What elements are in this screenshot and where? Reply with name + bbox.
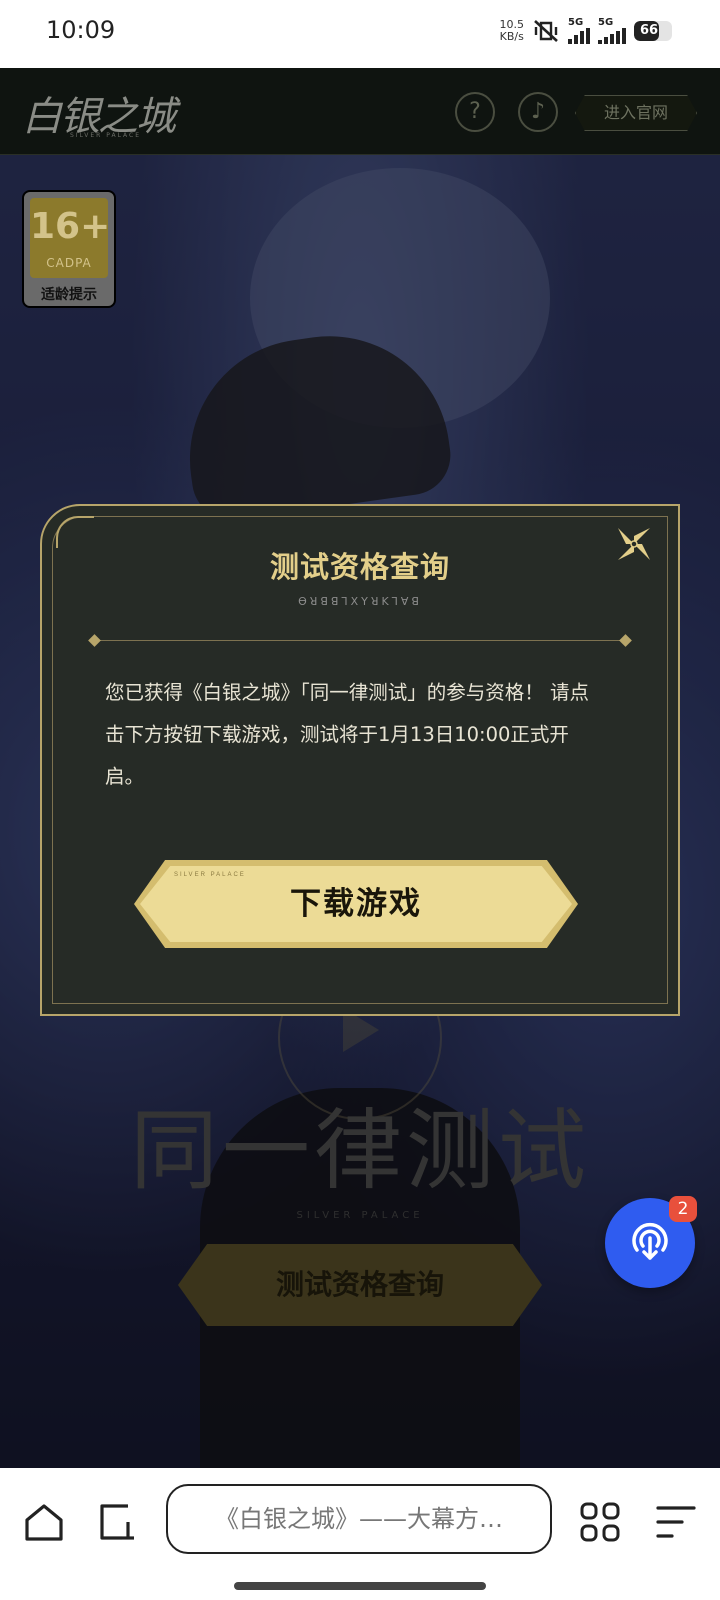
podcast-download-icon [632, 1222, 668, 1260]
home-icon[interactable] [22, 1500, 66, 1544]
network-speed: 10.5 KB/s [499, 18, 525, 43]
menu-icon[interactable] [654, 1500, 698, 1544]
tabs-icon[interactable] [96, 1500, 140, 1544]
age-rating-org: CADPA [46, 256, 92, 270]
help-icon[interactable]: ? [455, 92, 495, 132]
status-time: 10:09 [46, 16, 116, 44]
music-icon[interactable]: ♪ [518, 92, 558, 132]
home-indicator[interactable] [234, 1582, 486, 1590]
signal-sim1: 5G [568, 18, 590, 44]
modal-title: 测试资格查询 [269, 550, 450, 584]
browser-toolbar: 《白银之城》——大幕方… [0, 1468, 720, 1600]
signal-bars-icon [598, 28, 626, 44]
download-game-button[interactable]: SILVER PALACE 下载游戏 [134, 860, 578, 948]
modal-divider [88, 634, 632, 647]
modal-subtitle: Ɵꓤꓭꓭꓶꓫꓬꓤꓗꓶꓯꓭ [298, 595, 422, 608]
signal-bars-icon [568, 28, 590, 44]
enter-official-site-button[interactable]: 进入官网 [575, 95, 697, 131]
apps-grid-icon[interactable] [578, 1500, 622, 1544]
status-indicators: 10.5 KB/s 5G 5G 66 [499, 18, 672, 44]
age-rating-badge[interactable]: 16+ CADPA 适龄提示 [22, 190, 116, 308]
address-bar[interactable]: 《白银之城》——大幕方… [166, 1484, 552, 1554]
eligibility-modal: 测试资格查询 Ɵꓤꓭꓭꓶꓫꓬꓤꓗꓶꓯꓭ 您已获得《白银之城》「同一律测试」的参与… [40, 504, 680, 1016]
notification-badge: 2 [669, 1196, 697, 1222]
age-rating-label: 适龄提示 [41, 287, 97, 303]
modal-message: 您已获得《白银之城》「同一律测试」的参与资格！ 请点击下方按钮下载游戏，测试将于… [105, 681, 589, 788]
site-header: 白银之城 SILVER PALACE ? ♪ 进入官网 [0, 68, 720, 155]
age-rating-number: 16+ [30, 206, 111, 247]
web-content[interactable]: 同一律测试 SILVER PALACE 测试资格查询 白银之城 SILVER P… [0, 68, 720, 1468]
site-logo-subtitle: SILVER PALACE [70, 132, 142, 139]
signal-sim2: 5G [598, 18, 626, 44]
download-game-label: 下载游戏 [290, 886, 422, 922]
battery-icon: 66 [634, 21, 672, 41]
status-bar: 10:09 10.5 KB/s 5G 5G 66 [0, 0, 720, 68]
floating-podcast-button[interactable]: 2 [605, 1196, 697, 1288]
age-rating-panel: 16+ CADPA [30, 198, 111, 278]
mute-vibrate-icon [534, 20, 558, 42]
